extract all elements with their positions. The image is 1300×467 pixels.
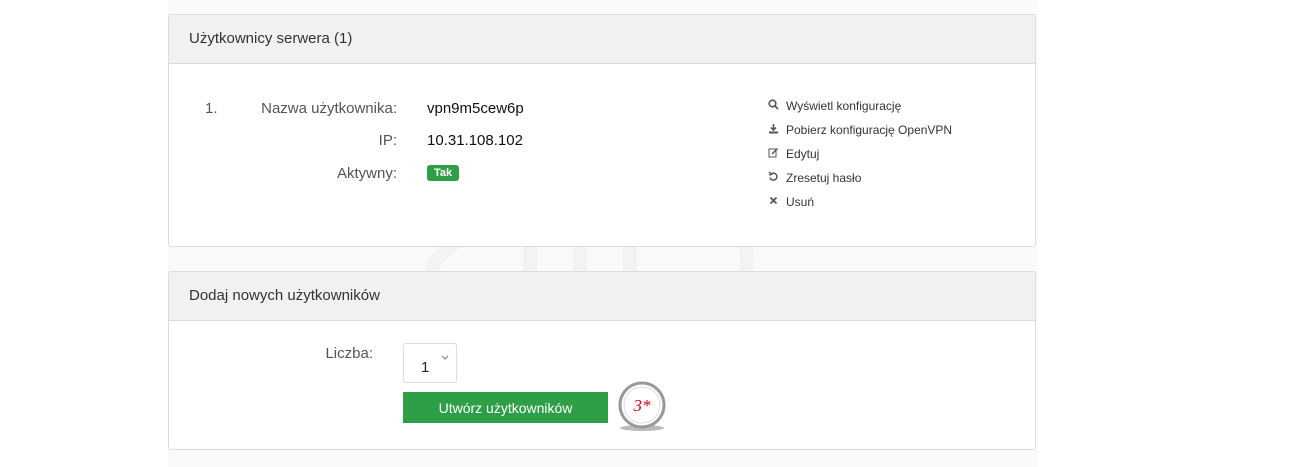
reset-password-link[interactable]: Zresetuj hasło bbox=[767, 171, 861, 185]
close-icon bbox=[767, 195, 780, 209]
ip-value: 10.31.108.102 bbox=[427, 132, 523, 149]
delete-user-link[interactable]: Usuń bbox=[767, 195, 814, 209]
username-label: Nazwa użytkownika: bbox=[261, 100, 397, 117]
count-label: Liczba: bbox=[325, 345, 373, 362]
undo-icon bbox=[767, 171, 780, 185]
view-config-link[interactable]: Wyświetl konfigurację bbox=[767, 99, 901, 113]
step-marker-label: 3* bbox=[633, 396, 652, 415]
active-label: Aktywny: bbox=[336, 165, 397, 182]
delete-user-label: Usuń bbox=[786, 195, 815, 209]
panel-title: Użytkownicy serwera (1) bbox=[169, 15, 1035, 64]
create-users-button[interactable]: Utwórz użytkowników bbox=[403, 392, 608, 423]
search-icon bbox=[767, 99, 780, 113]
view-config-label: Wyświetl konfigurację bbox=[786, 99, 902, 113]
chevron-down-icon bbox=[441, 353, 449, 363]
step-marker: 3* bbox=[618, 381, 666, 431]
server-users-panel: Użytkownicy serwera (1) 1. Nazwa użytkow… bbox=[168, 14, 1036, 247]
ip-label: IP: bbox=[378, 132, 397, 149]
active-status-badge: Tak bbox=[427, 165, 460, 181]
edit-link[interactable]: Edytuj bbox=[767, 147, 819, 161]
count-select[interactable]: 1 bbox=[403, 343, 457, 383]
edit-icon bbox=[767, 147, 780, 161]
download-config-label: Pobierz konfigurację OpenVPN bbox=[786, 123, 953, 137]
add-users-panel: Dodaj nowych użytkowników Liczba: 1 Utwó… bbox=[168, 271, 1036, 450]
count-value: 1 bbox=[421, 359, 430, 376]
download-config-link[interactable]: Pobierz konfigurację OpenVPN bbox=[767, 123, 952, 137]
panel-title: Dodaj nowych użytkowników bbox=[169, 272, 1035, 321]
reset-password-label: Zresetuj hasło bbox=[786, 171, 862, 185]
download-icon bbox=[767, 123, 780, 137]
edit-label: Edytuj bbox=[786, 147, 820, 161]
username-value: vpn9m5cew6p bbox=[427, 100, 524, 117]
